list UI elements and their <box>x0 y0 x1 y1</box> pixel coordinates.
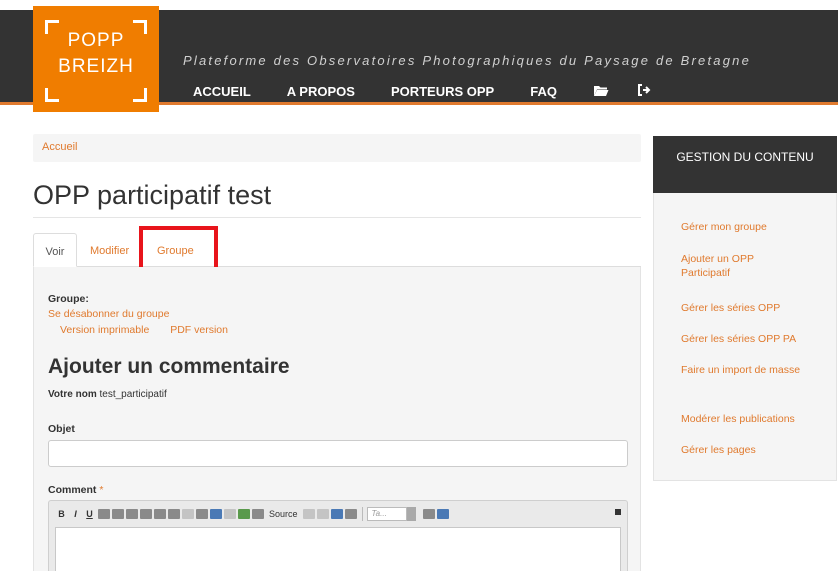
editor-toolbar: B I U Source Ta... <box>55 505 450 523</box>
editor-collapse-icon[interactable] <box>615 509 621 515</box>
outdent-icon[interactable] <box>182 509 194 519</box>
cut-icon[interactable] <box>302 509 315 519</box>
objet-label: Objet <box>48 423 75 435</box>
bullet-list-icon[interactable] <box>154 509 166 519</box>
author-name-value: test_participatif <box>99 389 167 400</box>
spellcheck-icon[interactable] <box>436 509 449 519</box>
logo-text-breizh: BREIZH <box>58 56 134 77</box>
paste-text-icon[interactable] <box>344 509 357 519</box>
sidebar-link-series-opp-pa[interactable]: Gérer les séries OPP PA <box>681 332 801 346</box>
align-left-icon[interactable] <box>98 509 110 519</box>
copy-icon[interactable] <box>316 509 329 519</box>
tab-modifier[interactable]: Modifier <box>90 233 129 267</box>
unsubscribe-link[interactable]: Se désabonner du groupe <box>48 308 169 320</box>
groupe-tab-highlight <box>139 226 218 272</box>
paste-icon[interactable] <box>330 509 343 519</box>
table-icon[interactable] <box>422 509 435 519</box>
unlink-icon[interactable] <box>224 509 236 519</box>
pdf-version-link[interactable]: PDF version <box>170 324 228 336</box>
style-dropdown[interactable]: Ta... <box>366 507 407 521</box>
node-content-panel: Groupe: Se désabonner du groupe Version … <box>33 267 641 571</box>
link-icon[interactable] <box>210 509 222 519</box>
breadcrumb: Accueil <box>33 134 641 162</box>
sidebar-link-series-opp[interactable]: Gérer les séries OPP <box>681 301 801 315</box>
numbered-list-icon[interactable] <box>168 509 180 519</box>
tab-voir[interactable]: Voir <box>33 233 77 267</box>
logo-corner <box>133 88 147 102</box>
nav-accueil[interactable]: ACCUEIL <box>193 84 251 99</box>
site-tagline: Plateforme des Observatoires Photographi… <box>183 53 751 68</box>
sidebar-link-moderer[interactable]: Modérer les publications <box>681 412 801 426</box>
print-links: Version imprimable PDF version <box>60 324 246 336</box>
comment-edit-area[interactable] <box>55 527 621 571</box>
sidebar-link-ajouter-opp[interactable]: Ajouter un OPP Participatif <box>681 252 801 280</box>
sidebar-menu: Gérer mon groupe Ajouter un OPP Particip… <box>653 193 837 481</box>
nav-porteurs-opp[interactable]: PORTEURS OPP <box>391 84 494 99</box>
author-name-line: Votre nom test_participatif <box>48 389 167 400</box>
sidebar-link-gerer-pages[interactable]: Gérer les pages <box>681 443 801 457</box>
logo-text-popp: POPP <box>67 30 125 51</box>
image-icon[interactable] <box>238 509 250 519</box>
sidebar-link-import-masse[interactable]: Faire un import de masse <box>681 363 801 377</box>
folder-open-icon[interactable] <box>593 84 609 100</box>
source-button[interactable]: Source <box>269 509 298 519</box>
groupe-label: Groupe: <box>48 293 89 305</box>
rich-text-editor: B I U Source Ta... <box>48 500 628 571</box>
underline-button[interactable]: U <box>83 509 96 519</box>
print-version-link[interactable]: Version imprimable <box>60 324 149 336</box>
sign-out-icon[interactable] <box>637 83 651 100</box>
toolbar-separator <box>361 507 363 521</box>
italic-button[interactable]: I <box>69 509 82 519</box>
author-name-label: Votre nom <box>48 389 97 400</box>
logo-corner <box>45 88 59 102</box>
required-marker: * <box>99 484 104 496</box>
node-tabs: Voir Modifier Groupe <box>33 233 641 267</box>
breadcrumb-home-link[interactable]: Accueil <box>42 141 77 153</box>
nav-faq[interactable]: FAQ <box>530 84 557 99</box>
chevron-down-icon[interactable] <box>406 507 416 521</box>
source-icon[interactable] <box>252 509 264 519</box>
sidebar-link-gerer-groupe[interactable]: Gérer mon groupe <box>681 220 801 234</box>
title-divider <box>33 217 641 218</box>
sidebar-title: GESTION DU CONTENU <box>653 136 837 193</box>
page-title: OPP participatif test <box>33 180 272 210</box>
objet-input[interactable] <box>48 440 628 467</box>
align-right-icon[interactable] <box>126 509 138 519</box>
comment-label: Comment * <box>48 484 103 496</box>
bold-button[interactable]: B <box>55 509 68 519</box>
comment-heading: Ajouter un commentaire <box>48 355 290 378</box>
indent-icon[interactable] <box>196 509 208 519</box>
main-nav: ACCUEIL A PROPOS PORTEURS OPP FAQ <box>193 83 679 100</box>
align-justify-icon[interactable] <box>140 509 152 519</box>
nav-a-propos[interactable]: A PROPOS <box>287 84 355 99</box>
comment-label-text: Comment <box>48 484 97 496</box>
align-center-icon[interactable] <box>112 509 124 519</box>
popp-breizh-logo[interactable]: POPP BREIZH <box>33 6 159 112</box>
